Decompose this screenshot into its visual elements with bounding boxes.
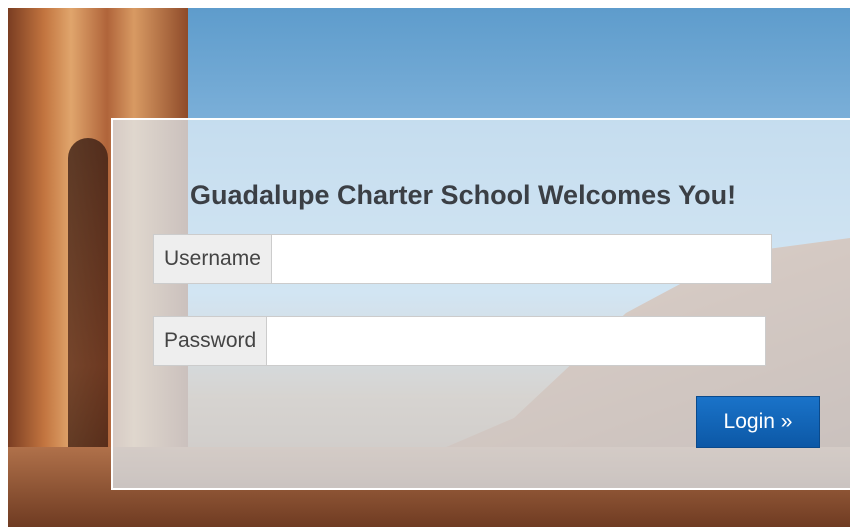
username-label: Username (153, 234, 271, 284)
page-title: Guadalupe Charter School Welcomes You! (190, 180, 737, 210)
password-group: Password (153, 316, 766, 366)
password-input[interactable] (266, 316, 766, 366)
login-button[interactable]: Login » (696, 396, 820, 448)
password-label: Password (153, 316, 267, 366)
username-input[interactable] (270, 234, 772, 284)
username-group: Username (153, 234, 772, 284)
